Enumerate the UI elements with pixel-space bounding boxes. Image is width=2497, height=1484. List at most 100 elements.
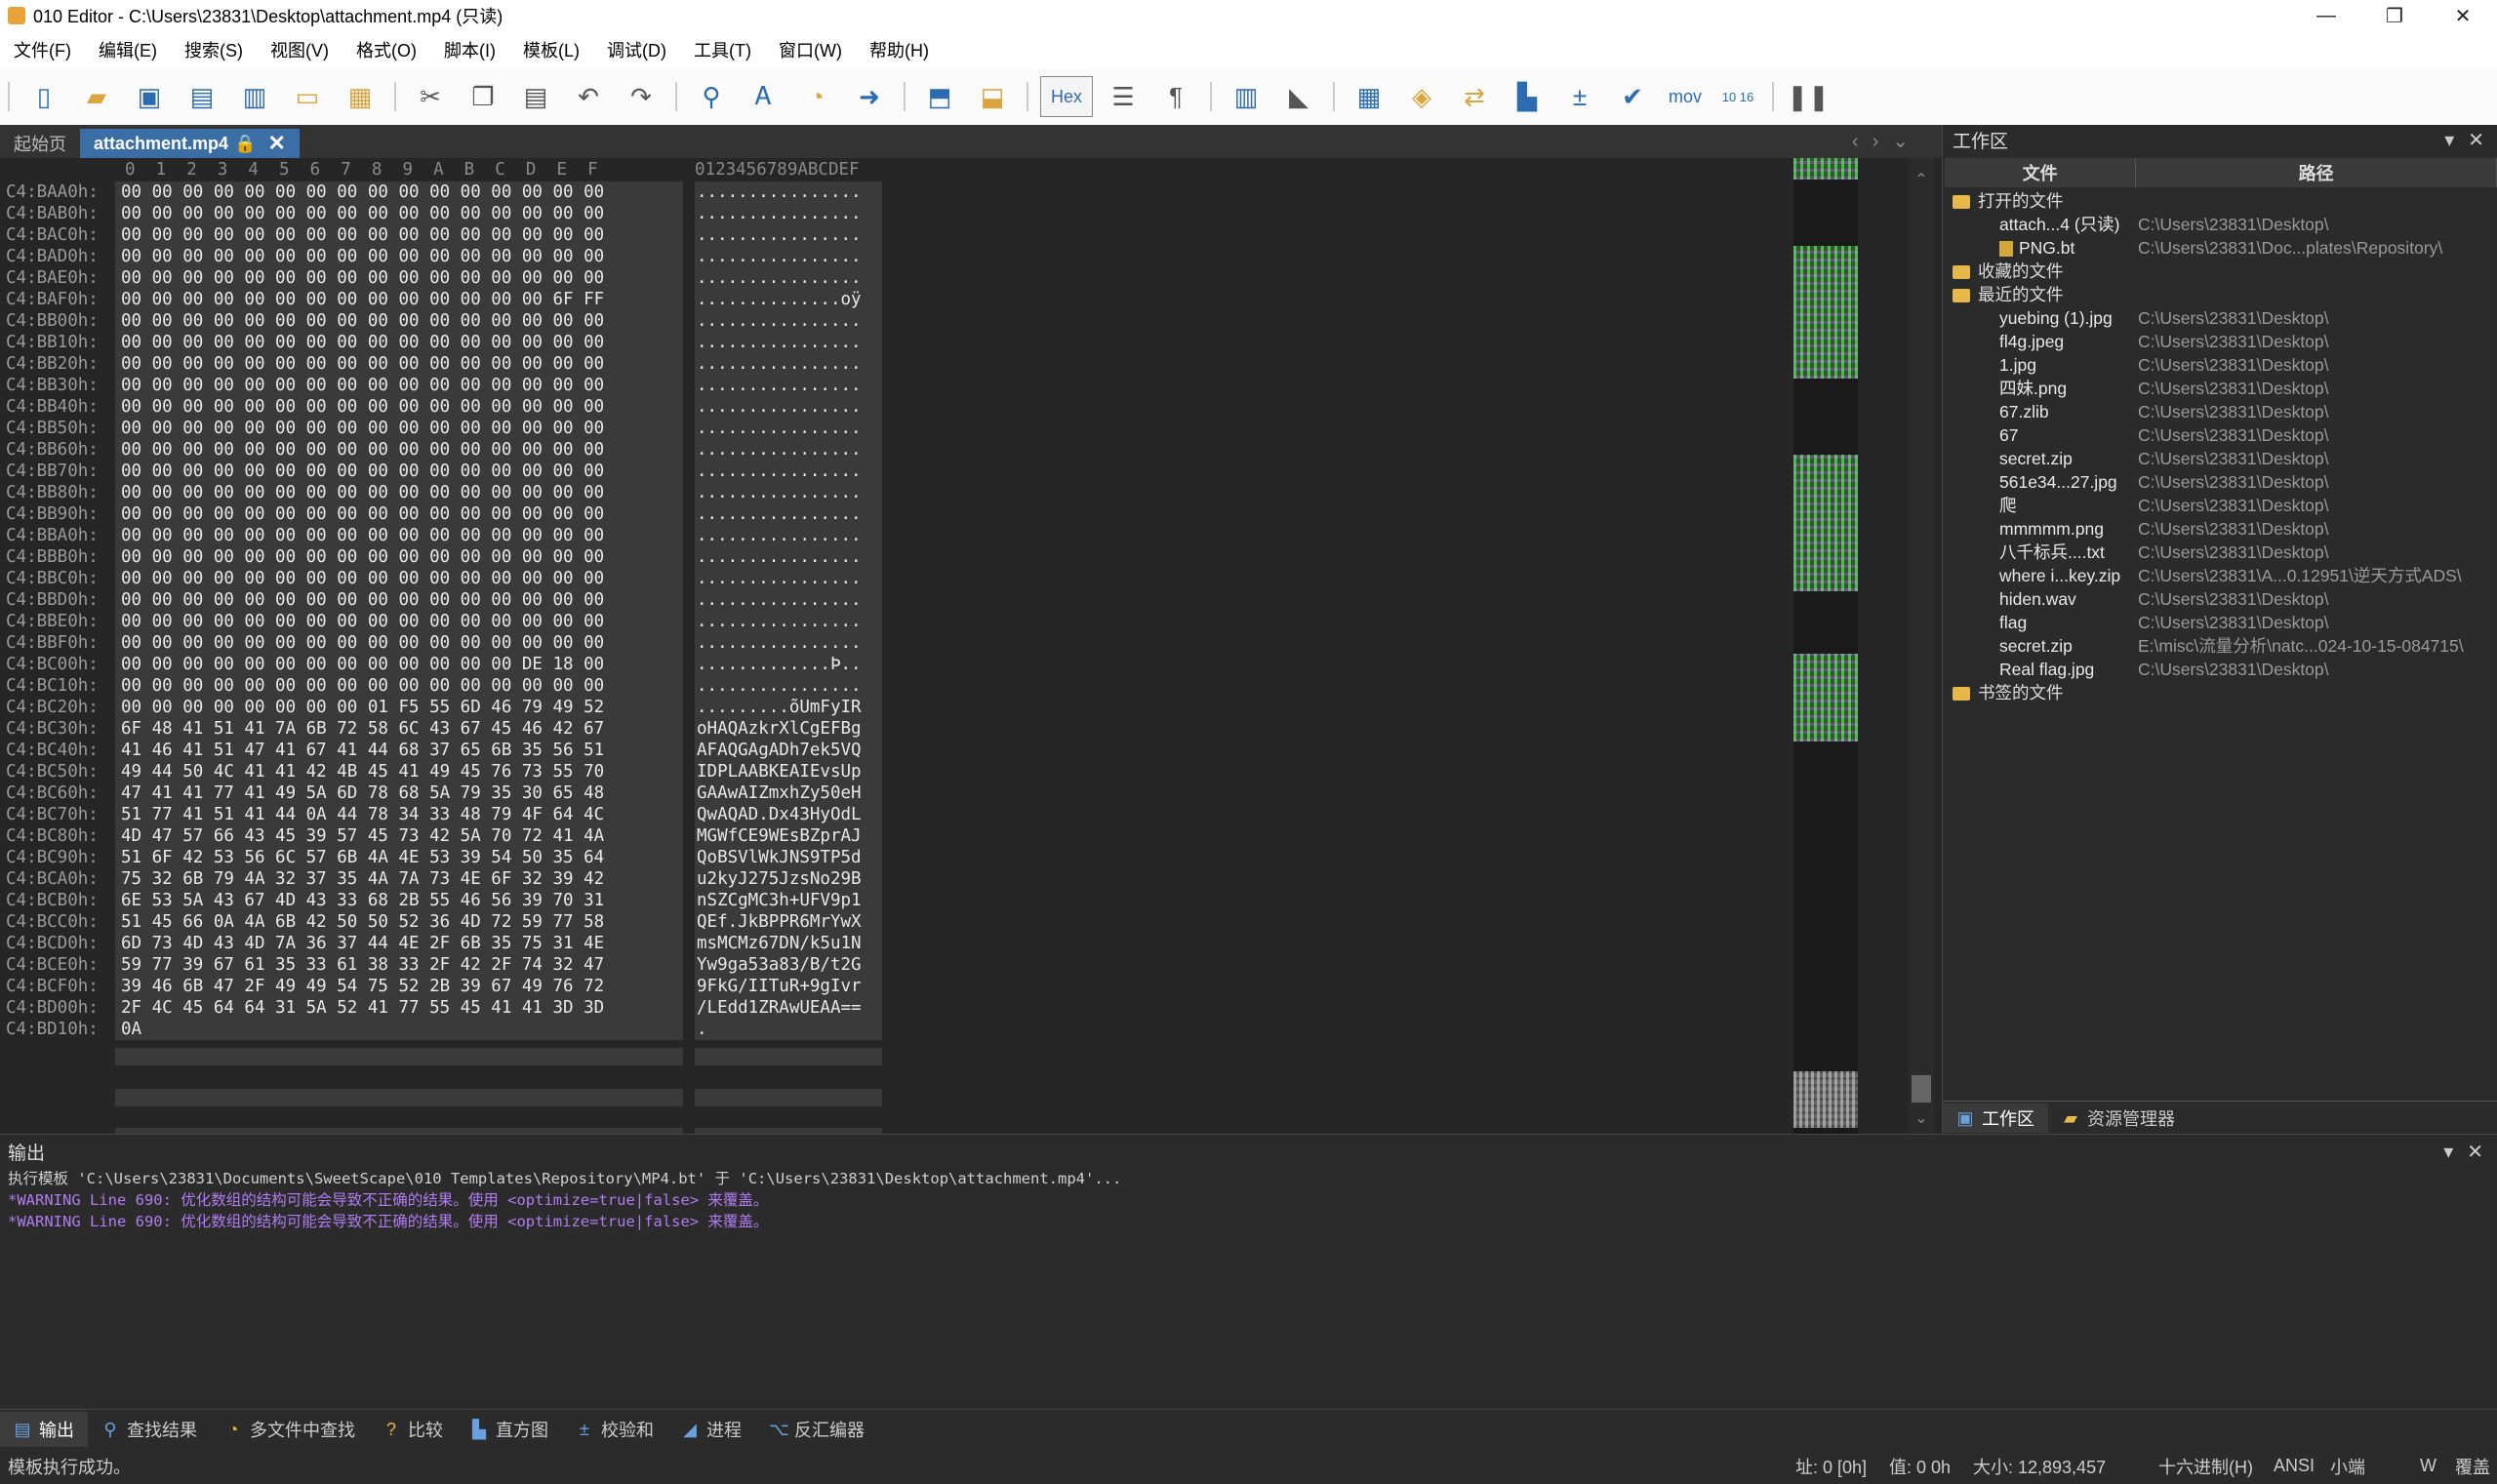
favorites-group[interactable]: 收藏的文件 — [1945, 260, 2497, 283]
row-bytes[interactable]: 00 00 00 00 00 00 00 00 00 00 00 00 00 0… — [115, 267, 683, 289]
workspace-file-item[interactable]: 561e34...27.jpg C:\Users\23831\Desktop\ — [1945, 470, 2497, 494]
menu-window[interactable]: 窗口(W) — [765, 37, 856, 62]
row-bytes[interactable]: 00 00 00 00 00 00 00 00 00 00 00 00 00 0… — [115, 675, 683, 697]
open-folder-icon[interactable]: ▭ — [285, 74, 330, 119]
row-bytes[interactable]: 00 00 00 00 00 00 00 00 00 00 00 00 00 0… — [115, 439, 683, 461]
row-bytes[interactable]: 2F 4C 45 64 64 31 5A 52 41 77 55 45 41 4… — [115, 997, 683, 1019]
menu-edit[interactable]: 编辑(E) — [85, 37, 171, 62]
row-ascii[interactable]: msMCMz67DN/k5u1N — [695, 933, 882, 954]
pause-icon[interactable]: ❚❚ — [1786, 74, 1831, 119]
run-script-icon[interactable]: ⬒ — [917, 74, 962, 119]
tab-navigation[interactable]: ‹›⌄ — [1852, 129, 1922, 153]
row-bytes[interactable]: 00 00 00 00 00 00 00 00 01 F5 55 6D 46 7… — [115, 697, 683, 718]
row-bytes[interactable]: 00 00 00 00 00 00 00 00 00 00 00 00 00 0… — [115, 203, 683, 224]
row-ascii[interactable]: u2kyJ275JzsNo29B — [695, 868, 882, 890]
row-ascii[interactable]: nSZCgMC3h+UFV9p1 — [695, 890, 882, 911]
tab-start-page[interactable]: 起始页 — [0, 129, 80, 158]
row-bytes[interactable]: 4D 47 57 66 43 45 39 57 45 73 42 5A 70 7… — [115, 825, 683, 847]
tab-process[interactable]: ◢ 进程 — [667, 1412, 755, 1447]
workspace-file-item[interactable]: where i...key.zip C:\Users\23831\A...0.12… — [1945, 564, 2497, 587]
scroll-up-icon[interactable]: ⌃ — [1909, 170, 1934, 189]
row-ascii[interactable]: .........õUmFyIR — [695, 697, 882, 718]
row-ascii[interactable]: ................ — [695, 439, 882, 461]
row-bytes[interactable]: 0A — [115, 1019, 683, 1040]
row-ascii[interactable]: /LEdd1ZRAwUEAA== — [695, 997, 882, 1019]
row-bytes[interactable]: 49 44 50 4C 41 41 42 4B 45 41 49 45 76 7… — [115, 761, 683, 782]
calculator-icon[interactable]: ▦ — [1347, 74, 1391, 119]
paste-icon[interactable]: ▤ — [513, 74, 558, 119]
workspace-file-item[interactable]: mmmmm.png C:\Users\23831\Desktop\ — [1945, 517, 2497, 541]
menu-help[interactable]: 帮助(H) — [856, 37, 943, 62]
row-ascii[interactable]: ................ — [695, 632, 882, 654]
scroll-down-icon[interactable]: ⌄ — [1909, 1108, 1934, 1128]
row-ascii[interactable]: ................ — [695, 224, 882, 246]
bookmarks-group[interactable]: 书签的文件 — [1945, 681, 2497, 704]
row-bytes[interactable]: 00 00 00 00 00 00 00 00 00 00 00 00 00 0… — [115, 375, 683, 396]
workspace-file-item[interactable]: PNG.bt C:\Users\23831\Doc...plates\Reposi… — [1945, 236, 2497, 260]
menu-script[interactable]: 脚本(I) — [430, 37, 509, 62]
row-ascii[interactable]: ................ — [695, 589, 882, 611]
workspace-file-item[interactable]: hiden.wav C:\Users\23831\Desktop\ — [1945, 587, 2497, 611]
row-bytes[interactable]: 47 41 41 77 41 49 5A 6D 78 68 5A 79 35 3… — [115, 782, 683, 804]
workspace-file-item[interactable]: 67 C:\Users\23831\Desktop\ — [1945, 423, 2497, 447]
base-convert-button[interactable]: 10 16 — [1715, 74, 1760, 119]
redo-icon[interactable]: ↷ — [619, 74, 664, 119]
row-bytes[interactable]: 6E 53 5A 43 67 4D 43 33 68 2B 55 46 56 3… — [115, 890, 683, 911]
status-overwrite[interactable]: 覆盖 — [2455, 1454, 2490, 1479]
row-bytes[interactable]: 75 32 6B 79 4A 32 37 35 4A 7A 73 4E 6F 3… — [115, 868, 683, 890]
save-icon[interactable]: ▣ — [127, 74, 172, 119]
save-all-icon[interactable]: ▥ — [232, 74, 277, 119]
row-ascii[interactable]: ................ — [695, 418, 882, 439]
tab-histogram[interactable]: ▙ 直方图 — [457, 1412, 562, 1447]
replace-icon[interactable]: Ꭺ — [742, 74, 786, 119]
panel-dropdown-icon[interactable]: ▾ — [2443, 1140, 2453, 1164]
row-ascii[interactable]: ................ — [695, 461, 882, 482]
tab-attachment[interactable]: attachment.mp4 🔒 ✕ — [80, 129, 300, 158]
output-log[interactable]: 执行模板 'C:\Users\23831\Documents\SweetScap… — [0, 1168, 2497, 1232]
menu-file[interactable]: 文件(F) — [0, 37, 85, 62]
row-ascii[interactable]: .............Þ.. — [695, 654, 882, 675]
row-bytes[interactable]: 51 45 66 0A 4A 6B 42 50 50 52 36 4D 72 5… — [115, 911, 683, 933]
cut-icon[interactable]: ✂ — [408, 74, 453, 119]
panel-dropdown-icon[interactable]: ▾ — [2444, 128, 2454, 152]
menu-format[interactable]: 格式(O) — [342, 37, 430, 62]
row-bytes[interactable]: 00 00 00 00 00 00 00 00 00 00 00 00 00 0… — [115, 224, 683, 246]
row-ascii[interactable]: oHAQAzkrXlCgEFBg — [695, 718, 882, 740]
undo-icon[interactable]: ↶ — [566, 74, 611, 119]
close-window-button[interactable]: ✕ — [2429, 0, 2497, 31]
status-endian[interactable]: 小端 — [2330, 1454, 2365, 1479]
tab-checksum[interactable]: ± 校验和 — [562, 1412, 667, 1447]
row-bytes[interactable]: 6F 48 41 51 41 7A 6B 72 58 6C 43 67 45 4… — [115, 718, 683, 740]
panel-close-icon[interactable]: ✕ — [2468, 128, 2484, 152]
row-bytes[interactable]: 00 00 00 00 00 00 00 00 00 00 00 00 00 0… — [115, 181, 683, 203]
tab-disassembler[interactable]: ⌥ 反汇编器 — [755, 1412, 878, 1447]
copy-icon[interactable]: ❐ — [461, 74, 505, 119]
open-files-group[interactable]: 打开的文件 — [1945, 189, 2497, 213]
hex-editor[interactable]: 0 1 2 3 4 5 6 7 8 9 A B C D E F 01234567… — [0, 158, 1942, 1134]
column-file[interactable]: 文件 — [1945, 158, 2137, 187]
column-path[interactable]: 路径 — [2136, 158, 2497, 187]
row-bytes[interactable]: 00 00 00 00 00 00 00 00 00 00 00 00 00 0… — [115, 332, 683, 353]
row-bytes[interactable]: 00 00 00 00 00 00 00 00 00 00 00 00 00 0… — [115, 289, 683, 310]
scroll-thumb[interactable] — [1912, 1075, 1931, 1103]
row-bytes[interactable]: 00 00 00 00 00 00 00 00 00 00 00 00 00 0… — [115, 482, 683, 503]
row-bytes[interactable]: 00 00 00 00 00 00 00 00 00 00 00 00 00 0… — [115, 310, 683, 332]
save-as-icon[interactable]: ▤ — [180, 74, 224, 119]
minimize-button[interactable]: — — [2292, 0, 2360, 31]
columns-icon[interactable]: ▥ — [1224, 74, 1269, 119]
menu-template[interactable]: 模板(L) — [509, 37, 593, 62]
row-bytes[interactable]: 00 00 00 00 00 00 00 00 00 00 00 00 00 0… — [115, 418, 683, 439]
row-ascii[interactable]: . — [695, 1019, 882, 1040]
row-bytes[interactable]: 00 00 00 00 00 00 00 00 00 00 00 00 00 0… — [115, 353, 683, 375]
compare-icon[interactable]: ⇄ — [1452, 74, 1497, 119]
row-bytes[interactable]: 00 00 00 00 00 00 00 00 00 00 00 00 00 0… — [115, 568, 683, 589]
row-ascii[interactable]: AFAQGAgADh7ek5VQ — [695, 740, 882, 761]
tab-workspace[interactable]: ▣ 工作区 — [1943, 1103, 2048, 1133]
workspace-file-item[interactable]: 67.zlib C:\Users\23831\Desktop\ — [1945, 400, 2497, 423]
row-bytes[interactable]: 00 00 00 00 00 00 00 00 00 00 00 00 00 0… — [115, 525, 683, 546]
row-bytes[interactable]: 00 00 00 00 00 00 00 00 00 00 00 00 00 0… — [115, 396, 683, 418]
menu-view[interactable]: 视图(V) — [257, 37, 342, 62]
row-bytes[interactable]: 00 00 00 00 00 00 00 00 00 00 00 00 00 0… — [115, 246, 683, 267]
mov-button[interactable]: mov — [1663, 74, 1708, 119]
row-ascii[interactable]: ................ — [695, 525, 882, 546]
